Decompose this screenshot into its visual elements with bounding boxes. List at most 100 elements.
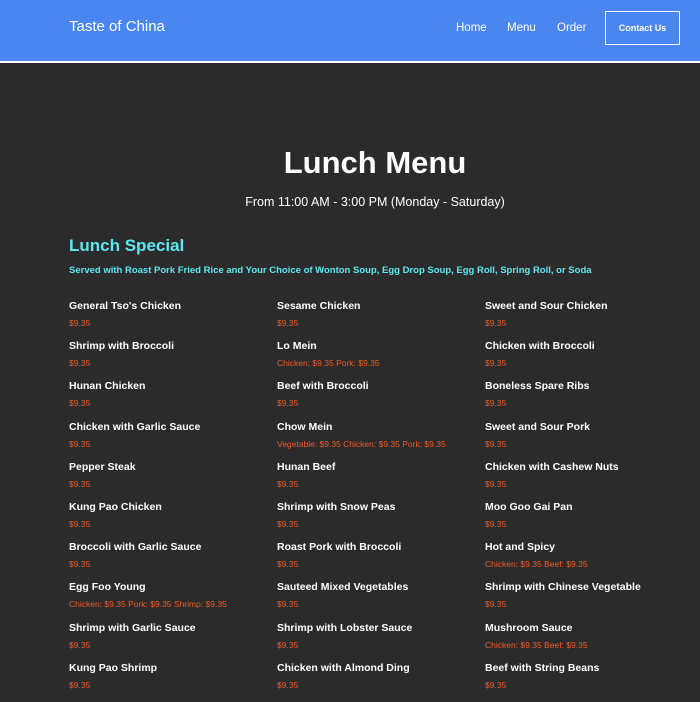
menu-item-name: Shrimp with Snow Peas bbox=[277, 500, 396, 513]
menu-item: Moo Goo Gai Pan $9.35 bbox=[485, 501, 685, 541]
menu-item: Chicken with Almond Ding $9.35 bbox=[277, 662, 477, 702]
menu-item-price: $9.35 bbox=[69, 438, 91, 449]
menu-item-name: Shrimp with Garlic Sauce bbox=[69, 621, 196, 634]
menu-item-price: $9.35 bbox=[485, 438, 507, 449]
menu-item-price: $9.35 bbox=[69, 398, 91, 409]
menu-column-2: Sesame Chicken $9.35 Lo Mein Chicken: $9.35… bbox=[277, 300, 477, 702]
menu-item-price: $9.35 bbox=[69, 358, 91, 369]
menu-item: Broccoli with Garlic Sauce $9.35 bbox=[69, 541, 269, 581]
menu-item-price: Vegetable: $9.35 Chicken: $9.35 Pork: $9… bbox=[277, 438, 446, 449]
menu-item: Pepper Steak $9.35 bbox=[69, 461, 269, 501]
menu-item: Chicken with Garlic Sauce $9.35 bbox=[69, 421, 269, 461]
menu-item: Sesame Chicken $9.35 bbox=[277, 300, 477, 340]
menu-item: Mushroom Sauce Chicken: $9.35 Beef: $9.35 bbox=[485, 622, 685, 662]
menu-item-name: Shrimp with Lobster Sauce bbox=[277, 621, 413, 634]
menu-item-name: Pepper Steak bbox=[69, 460, 136, 473]
menu-item: Boneless Spare Ribs $9.35 bbox=[485, 380, 685, 420]
menu-item-price: $9.35 bbox=[69, 478, 91, 489]
menu-item-price: $9.35 bbox=[485, 518, 507, 529]
menu-item-name: Shrimp with Broccoli bbox=[69, 340, 175, 353]
menu-item-name: Sesame Chicken bbox=[277, 300, 361, 312]
menu-item: Kung Pao Shrimp $9.35 bbox=[69, 662, 269, 702]
menu-item: Chicken with Broccoli $9.35 bbox=[485, 340, 685, 380]
menu-item-name: Beef with Broccoli bbox=[277, 380, 369, 393]
menu-item-price: $9.35 bbox=[69, 679, 91, 690]
menu-item-name: Sweet and Sour Pork bbox=[485, 420, 591, 433]
menu-item: Sweet and Sour Chicken $9.35 bbox=[485, 300, 685, 340]
menu-item-name: Egg Foo Young bbox=[69, 581, 146, 594]
menu-item-price: $9.35 bbox=[277, 599, 299, 610]
menu-item-price: Chicken: $9.35 Pork: $9.35 bbox=[277, 358, 380, 369]
menu-item-name: Chow Mein bbox=[277, 420, 333, 433]
menu-item-name: Kung Pao Shrimp bbox=[69, 661, 158, 674]
menu-item-price: $9.35 bbox=[485, 599, 507, 610]
menu-item-name: Sauteed Mixed Vegetables bbox=[277, 581, 409, 594]
menu-item-price: $9.35 bbox=[69, 639, 91, 650]
nav-link-menu[interactable]: Menu bbox=[507, 22, 536, 34]
menu-item: Chicken with Cashew Nuts $9.35 bbox=[485, 461, 685, 501]
lunch-hours: From 11:00 AM - 3:00 PM (Monday - Saturd… bbox=[245, 195, 505, 209]
page-title: Lunch Menu bbox=[283, 145, 467, 180]
menu-item-price: $9.35 bbox=[485, 679, 507, 690]
menu-item-price: $9.35 bbox=[277, 559, 299, 570]
menu-item: Shrimp with Broccoli $9.35 bbox=[69, 340, 269, 380]
menu-item-price: $9.35 bbox=[277, 639, 299, 650]
nav-link-order[interactable]: Order bbox=[557, 22, 586, 34]
menu-item: Hot and Spicy Chicken: $9.35 Beef: $9.35 bbox=[485, 541, 685, 581]
menu-item-name: Sweet and Sour Chicken bbox=[485, 300, 608, 312]
menu-item-name: Hunan Beef bbox=[277, 460, 336, 473]
menu-item: Egg Foo Young Chicken: $9.35 Pork: $9.35 … bbox=[69, 581, 269, 621]
section-title: Lunch Special bbox=[69, 236, 185, 255]
menu-item-price: $9.35 bbox=[485, 398, 507, 409]
menu-item: Lo Mein Chicken: $9.35 Pork: $9.35 bbox=[277, 340, 477, 380]
nav-link-home[interactable]: Home bbox=[456, 22, 487, 34]
menu-item-name: Moo Goo Gai Pan bbox=[485, 500, 573, 513]
menu-item-name: Boneless Spare Ribs bbox=[485, 380, 590, 393]
menu-item-name: Hot and Spicy bbox=[485, 541, 556, 554]
menu-item-price: $9.35 bbox=[277, 398, 299, 409]
menu-item-price: $9.35 bbox=[69, 518, 91, 529]
menu-item: Hunan Chicken $9.35 bbox=[69, 380, 269, 420]
menu-item: General Tso's Chicken $9.35 bbox=[69, 300, 269, 340]
menu-item-price: Chicken: $9.35 Pork: $9.35 Shrimp: $9.35 bbox=[69, 599, 227, 610]
menu-item: Sauteed Mixed Vegetables $9.35 bbox=[277, 581, 477, 621]
menu-item-name: Shrimp with Chinese Vegetable bbox=[485, 581, 641, 594]
menu-item-price: $9.35 bbox=[69, 559, 91, 570]
brand-logo-text[interactable]: Taste of China bbox=[69, 18, 165, 35]
menu-item-price: $9.35 bbox=[277, 478, 299, 489]
menu-item-price: $9.35 bbox=[277, 318, 299, 328]
menu-item-name: Kung Pao Chicken bbox=[69, 500, 162, 513]
site-header: Taste of China Home Menu Order Contact U… bbox=[0, 0, 700, 63]
menu-item-price: $9.35 bbox=[69, 318, 91, 328]
menu-item: Beef with String Beans $9.35 bbox=[485, 662, 685, 702]
menu-item: Shrimp with Chinese Vegetable $9.35 bbox=[485, 581, 685, 621]
menu-item-price: Chicken: $9.35 Beef: $9.35 bbox=[485, 559, 588, 570]
menu-item: Shrimp with Lobster Sauce $9.35 bbox=[277, 622, 477, 662]
menu-item: Sweet and Sour Pork $9.35 bbox=[485, 421, 685, 461]
menu-item-price: $9.35 bbox=[485, 358, 507, 369]
menu-item-name: Chicken with Cashew Nuts bbox=[485, 460, 619, 473]
menu-item-name: General Tso's Chicken bbox=[69, 300, 182, 312]
menu-item-name: Beef with String Beans bbox=[485, 661, 600, 674]
menu-item-price: $9.35 bbox=[485, 318, 507, 328]
menu-item-name: Chicken with Broccoli bbox=[485, 340, 595, 353]
menu-item-name: Chicken with Garlic Sauce bbox=[69, 420, 201, 433]
menu-item: Roast Pork with Broccoli $9.35 bbox=[277, 541, 477, 581]
menu-item: Chow Mein Vegetable: $9.35 Chicken: $9.35… bbox=[277, 421, 477, 461]
menu-item-name: Mushroom Sauce bbox=[485, 621, 573, 634]
menu-item: Kung Pao Chicken $9.35 bbox=[69, 501, 269, 541]
menu-item: Shrimp with Garlic Sauce $9.35 bbox=[69, 622, 269, 662]
menu-item: Beef with Broccoli $9.35 bbox=[277, 380, 477, 420]
menu-item-price: $9.35 bbox=[485, 478, 507, 489]
menu-item: Shrimp with Snow Peas $9.35 bbox=[277, 501, 477, 541]
menu-item-name: Roast Pork with Broccoli bbox=[277, 541, 402, 554]
menu-item-name: Lo Mein bbox=[277, 340, 317, 353]
menu-item: Hunan Beef $9.35 bbox=[277, 461, 477, 501]
menu-item-price: $9.35 bbox=[277, 679, 299, 690]
menu-column-1: General Tso's Chicken $9.35 Shrimp with Br… bbox=[69, 300, 269, 702]
menu-item-name: Broccoli with Garlic Sauce bbox=[69, 541, 202, 554]
menu-column-3: Sweet and Sour Chicken $9.35 Chicken with … bbox=[485, 300, 685, 702]
menu-item-price: Chicken: $9.35 Beef: $9.35 bbox=[485, 639, 588, 650]
contact-us-button[interactable]: Contact Us bbox=[605, 11, 680, 45]
menu-item-name: Hunan Chicken bbox=[69, 380, 146, 393]
